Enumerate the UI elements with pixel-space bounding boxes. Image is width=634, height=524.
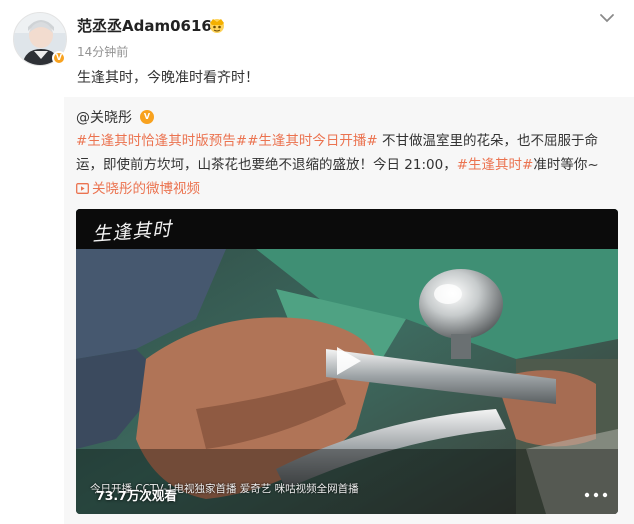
verified-badge-icon: V	[52, 51, 66, 65]
chevron-down-icon[interactable]	[599, 12, 615, 24]
video-player[interactable]: 生逢其时 今日开播 CCTV-1电视独家首播 爱奇艺 咪咕视频全网首播 73.7…	[76, 209, 618, 514]
username[interactable]: 范丞丞Adam0616	[77, 15, 212, 36]
video-logo-text: 生逢其时	[91, 218, 173, 246]
hashtag-link[interactable]: #生逢其时今日开播#	[247, 133, 378, 149]
video-camera-icon	[76, 183, 89, 194]
play-icon[interactable]	[327, 341, 367, 381]
weibo-post-card: V 范丞丞Adam0616 14分钟前 生逢其时，今晚准时看齐时！ @关晓彤 V…	[0, 0, 634, 524]
video-link-label: 关晓彤的微博视频	[92, 181, 200, 197]
repost-block: @关晓彤 V #生逢其时恰逢其时版预告##生逢其时今日开播# 不甘做温室里的花朵…	[64, 97, 634, 524]
verified-badge-icon: V	[140, 110, 154, 124]
original-post-text: #生逢其时恰逢其时版预告##生逢其时今日开播# 不甘做温室里的花朵，也不屈服于命…	[76, 130, 624, 177]
timestamp[interactable]: 14分钟前	[77, 43, 128, 60]
original-author-link[interactable]: @关晓彤	[76, 107, 132, 127]
hashtag-link[interactable]: #生逢其时恰逢其时版预告#	[76, 133, 247, 149]
post-text: 生逢其时，今晚准时看齐时！	[77, 70, 259, 86]
original-text-part: 准时等你~	[533, 156, 599, 173]
vip-crown-icon	[210, 19, 224, 33]
more-icon[interactable]	[582, 489, 610, 501]
view-count: 73.7万次观看	[96, 488, 177, 503]
video-link[interactable]: 关晓彤的微博视频	[76, 177, 200, 197]
hashtag-link[interactable]: #生逢其时#	[457, 157, 534, 173]
